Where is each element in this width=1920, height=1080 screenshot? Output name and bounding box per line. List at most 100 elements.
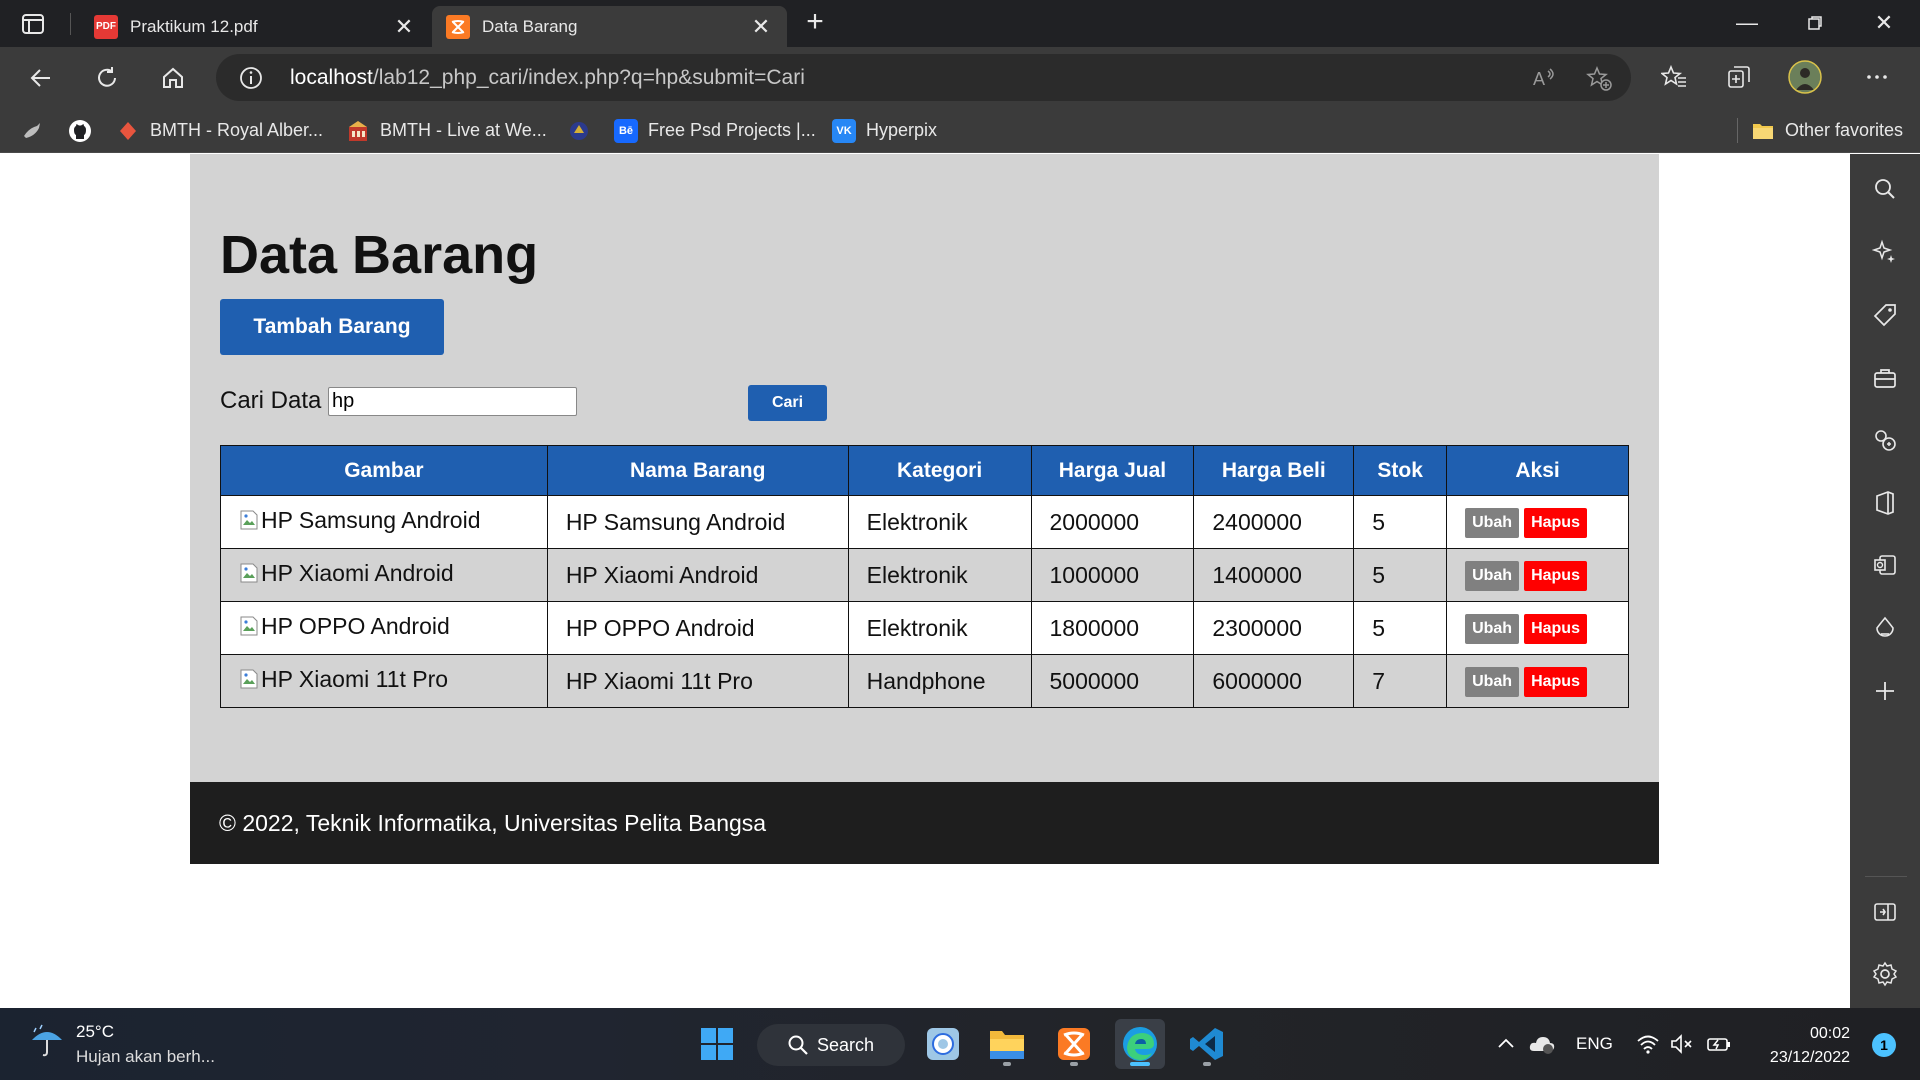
url-path: /lab12_php_cari/index.php?q=hp&submit=Ca… [372,66,805,89]
hide-sidebar-icon[interactable] [1872,899,1898,925]
search-icon[interactable] [1872,176,1898,202]
url-host: localhost [290,66,373,89]
read-aloud-icon[interactable]: A [1531,65,1557,91]
drop-icon[interactable] [1872,615,1898,641]
add-favorite-icon[interactable] [1586,65,1612,91]
volume-muted-icon [1671,1034,1692,1054]
home-button[interactable] [156,61,190,95]
bookmark-github[interactable] [68,108,102,153]
delete-button[interactable]: Hapus [1524,614,1587,644]
bookmark-emblem[interactable] [567,108,601,153]
bookmark-bird[interactable] [20,108,54,153]
delete-button[interactable]: Hapus [1524,667,1587,697]
bookmark-label: BMTH - Live at We... [380,120,547,140]
vscode-icon [1190,1028,1223,1060]
bookmark-free-psd[interactable]: Bē Free Psd Projects |... [614,108,816,153]
edge-sidebar [1850,154,1920,1008]
taskbar-app-file-explorer[interactable] [982,1019,1032,1069]
weather-widget[interactable]: 25°C Hujan akan berh... [28,1022,215,1067]
shopping-tag-icon[interactable] [1872,302,1898,328]
add-item-button[interactable]: Tambah Barang [220,299,444,355]
taskbar-app-zoom[interactable] [918,1019,968,1069]
edit-button[interactable]: Ubah [1465,561,1520,591]
start-button[interactable] [692,1019,742,1069]
delete-button[interactable]: Hapus [1524,561,1587,591]
product-image: HP Xiaomi 11t Pro [239,666,448,693]
cell-gambar: HP OPPO Android [220,601,548,655]
diamond-icon [116,119,140,143]
back-button[interactable] [24,61,58,95]
cell-aksi: Ubah Hapus [1446,548,1629,602]
cell-harga-beli: 6000000 [1193,654,1355,708]
edit-button[interactable]: Ubah [1465,614,1520,644]
bookmark-bmth-live[interactable]: BMTH - Live at We... [346,108,547,153]
outlook-icon[interactable] [1872,552,1898,578]
column-header-harga-beli: Harga Beli [1193,445,1355,496]
cell-aksi: Ubah Hapus [1446,601,1629,655]
browser-tab-bar: PDF Praktikum 12.pdf ✕ Data Barang ✕ + —… [0,0,1920,47]
new-tab-button[interactable]: + [800,7,830,38]
tab-data-barang[interactable]: Data Barang ✕ [432,6,787,47]
image-alt-text: HP Samsung Android [261,506,481,533]
edit-button[interactable]: Ubah [1465,508,1520,538]
bookmark-bmth-royal[interactable]: BMTH - Royal Alber... [116,108,323,153]
edge-icon [1123,1027,1157,1061]
cell-aksi: Ubah Hapus [1446,495,1629,549]
cell-nama: HP Xiaomi Android [546,548,849,602]
close-tab-icon[interactable]: ✕ [749,14,773,39]
more-options-icon[interactable] [1860,60,1894,94]
favorites-icon[interactable] [1657,60,1691,94]
column-header-gambar: Gambar [220,445,548,496]
clock-date: 23/12/2022 [1769,1049,1850,1066]
cell-harga-jual: 1800000 [1030,601,1195,655]
taskbar-app-edge[interactable] [1115,1019,1165,1069]
notification-badge[interactable]: 1 [1872,1033,1896,1057]
profile-avatar[interactable] [1788,60,1822,94]
bookmark-hyperpix[interactable]: VK Hyperpix [832,108,937,153]
wifi-tray[interactable] [1636,1008,1660,1080]
close-window-button[interactable]: ✕ [1866,8,1902,38]
settings-icon[interactable] [1872,961,1898,987]
cell-stok: 5 [1353,495,1448,549]
close-tab-icon[interactable]: ✕ [392,14,416,39]
onedrive-tray[interactable] [1528,1008,1556,1080]
language-indicator[interactable]: ENG [1576,1008,1613,1080]
product-image: HP Samsung Android [239,507,481,534]
taskbar-app-vscode[interactable] [1182,1019,1232,1069]
collections-icon[interactable] [1722,60,1756,94]
xampp-icon [446,14,470,39]
cell-stok: 5 [1353,548,1448,602]
bookmark-label: BMTH - Royal Alber... [150,120,324,140]
add-sidebar-app-icon[interactable] [1872,678,1898,704]
tab-actions-icon[interactable] [20,11,46,37]
folder-icon [1751,119,1775,143]
games-icon[interactable] [1872,427,1898,453]
building-icon [346,119,370,143]
site-info-icon[interactable] [238,65,264,91]
restore-button[interactable] [1797,8,1833,38]
minimize-button[interactable]: — [1729,8,1765,38]
system-clock[interactable]: 00:02 23/12/2022 [1770,1022,1850,1070]
volume-tray[interactable] [1670,1008,1694,1080]
show-hidden-icons-button[interactable] [1496,1008,1516,1080]
search-button[interactable]: Cari [748,385,827,421]
tab-praktikum-pdf[interactable]: PDF Praktikum 12.pdf ✕ [80,6,430,47]
tools-briefcase-icon[interactable] [1872,365,1898,391]
edit-button[interactable]: Ubah [1465,667,1520,697]
taskbar-app-xampp[interactable] [1049,1019,1099,1069]
taskbar-search[interactable]: Search [757,1024,905,1066]
rain-umbrella-icon [32,1024,62,1057]
url-text[interactable]: localhost/lab12_php_cari/index.php?q=hp&… [290,66,805,90]
discover-icon[interactable] [1871,239,1898,265]
refresh-button[interactable] [90,61,124,95]
office-icon[interactable] [1872,490,1898,516]
cell-gambar: HP Xiaomi 11t Pro [220,654,548,708]
tab-separator [70,13,71,35]
address-bar[interactable]: localhost/lab12_php_cari/index.php?q=hp&… [216,54,1631,101]
search-input[interactable]: hp [328,387,577,416]
chat-app-icon [927,1028,959,1060]
delete-button[interactable]: Hapus [1524,508,1587,538]
battery-tray[interactable] [1706,1008,1732,1080]
cell-kategori: Elektronik [847,495,1032,549]
other-favorites-folder[interactable]: Other favorites [1751,108,1903,153]
